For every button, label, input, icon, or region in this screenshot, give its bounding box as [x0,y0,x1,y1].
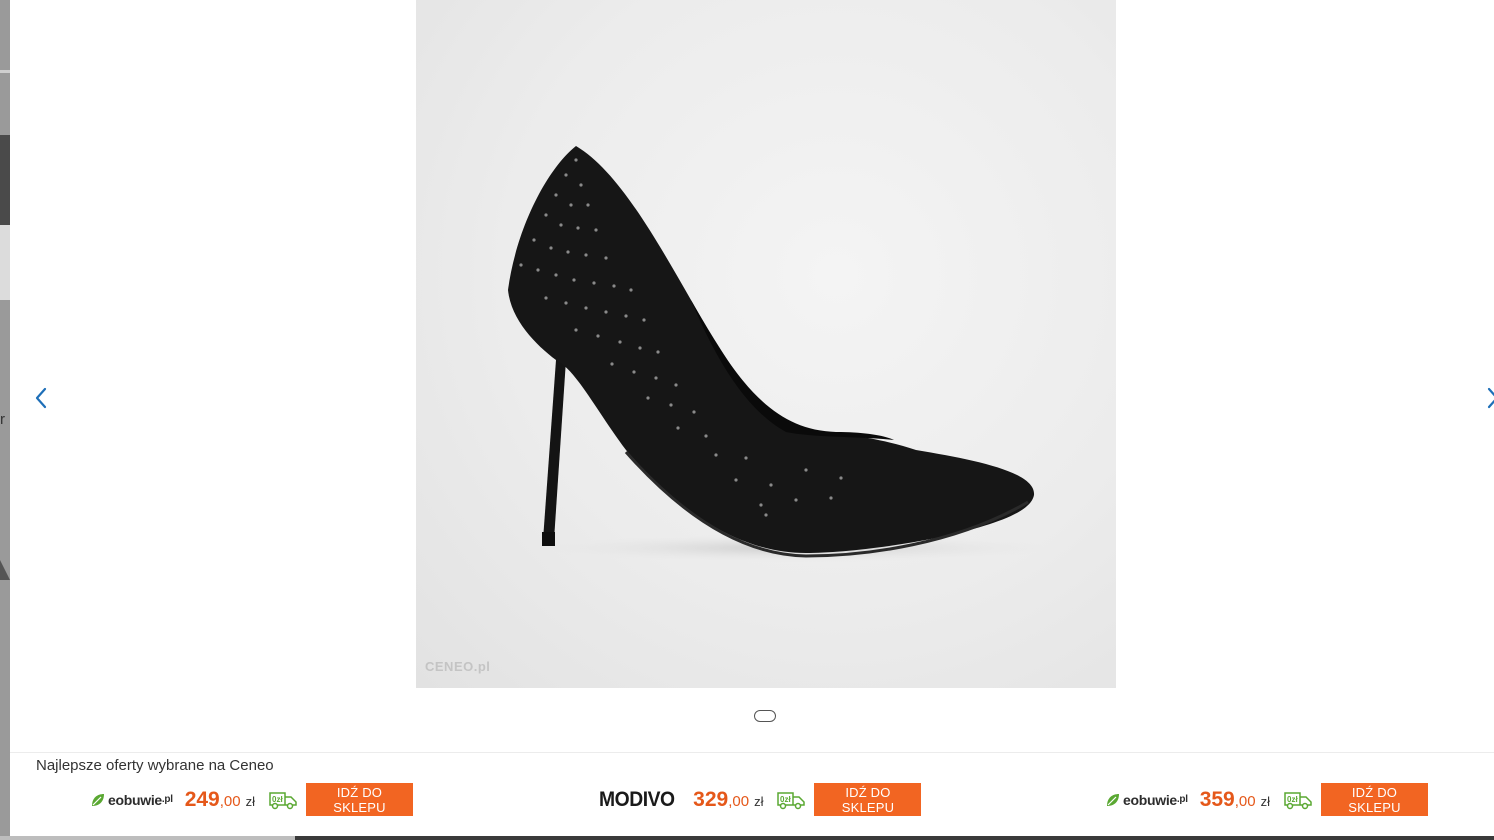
shop-name: eobuwie [108,791,162,808]
offer-price: 249,00 zł [185,788,255,812]
price-decimal: ,00 [728,792,750,810]
free-delivery-icon: 0zł [269,791,297,809]
price-integer: 359 [1199,787,1235,811]
background-divider [0,70,10,73]
price-currency: zł [245,793,255,809]
go-to-shop-button[interactable]: IDŹ DO SKLEPU [305,783,413,816]
background-shape [0,560,10,580]
background-product-image [0,135,10,225]
shop-suffix: .pl [1176,794,1188,805]
offers-divider [10,752,1494,753]
previous-image-button[interactable] [30,385,54,411]
leaf-icon [92,793,104,806]
price-decimal: ,00 [1234,792,1256,810]
offer-item: eobuwie .pl 359,00 zł 0zł IDŹ DO SKLEPU [1105,782,1428,817]
background-bottom-edge-dark [295,836,1494,840]
background-page-strip: r [0,0,10,840]
free-delivery-icon: 0zł [1284,791,1312,809]
product-image: CENEO.pl [416,0,1116,688]
delivery-badge-text: 0zł [780,795,791,804]
price-currency: zł [754,793,764,809]
offers-heading: Najlepsze oferty wybrane na Ceneo [36,757,274,774]
price-integer: 249 [184,787,220,811]
shop-suffix: .pl [161,794,173,805]
delivery-badge-text: 0zł [1287,795,1298,804]
shop-logo-eobuwie[interactable]: eobuwie .pl [1105,792,1188,808]
offer-item: MODIVO 329,00 zł 0zł IDŹ DO SKLEPU [599,782,922,817]
background-text-fragment: r [0,411,5,428]
price-integer: 329 [693,787,729,811]
next-image-button[interactable] [1482,385,1494,411]
watermark: CENEO.pl [425,659,491,674]
offer-price: 329,00 zł [693,788,763,812]
price-currency: zł [1260,793,1270,809]
go-to-shop-button[interactable]: IDŹ DO SKLEPU [1320,783,1428,816]
free-delivery-icon: 0zł [777,791,806,809]
offer-item: eobuwie .pl 249,00 zł 0zł IDŹ DO SKLEPU [90,782,413,817]
shoe-illustration [508,146,1056,562]
shop-logo-modivo[interactable]: MODIVO [599,788,675,812]
offer-price: 359,00 zł [1200,788,1270,812]
price-decimal: ,00 [219,792,241,810]
chevron-left-icon [35,387,47,409]
gallery-modal: CENEO.pl Najlepsze oferty wybrane na Cen… [10,0,1494,836]
delivery-badge-text: 0zł [272,795,283,804]
background-product-image-lower [0,225,10,300]
chevron-right-icon [1487,387,1494,409]
gallery-page-indicator[interactable] [754,710,776,722]
shop-name: eobuwie [1123,791,1177,808]
leaf-icon [1107,793,1119,806]
shop-logo-eobuwie[interactable]: eobuwie .pl [90,792,173,808]
go-to-shop-button[interactable]: IDŹ DO SKLEPU [814,783,922,816]
background-bottom-edge [0,836,295,840]
